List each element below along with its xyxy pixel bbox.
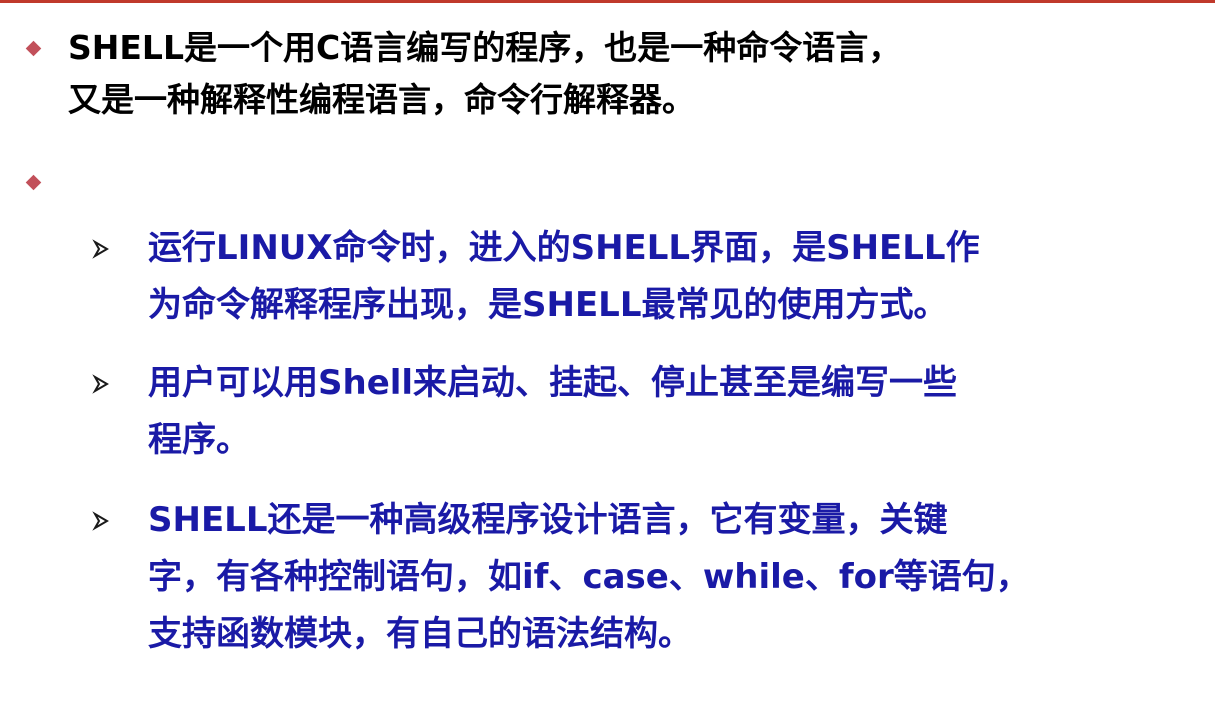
- sub-bullet-2-line-1: 用户可以用Shell来启动、挂起、停止甚至是编写一些: [148, 363, 958, 403]
- arrow-bullet-icon: [92, 374, 109, 394]
- diamond-bullet-icon: [25, 40, 42, 57]
- sub-bullet-text-1: 运行LINUX命令时，进入的SHELL界面，是SHELL作 为命令解释程序出现，…: [148, 220, 980, 334]
- sub-bullet-2-line-2: 程序。: [148, 420, 250, 460]
- sub-bullet-1-line-2: 为命令解释程序出现，是SHELL最常见的使用方式。: [148, 285, 948, 325]
- bullet-1-line-1: SHELL是一个用C语言编写的程序，也是一种命令语言，: [68, 28, 902, 67]
- arrow-bullet-icon: [92, 511, 109, 531]
- sub-bullet-text-2: 用户可以用Shell来启动、挂起、停止甚至是编写一些 程序。: [148, 355, 957, 469]
- diamond-bullet-icon: [25, 174, 42, 191]
- sub-bullet-1-line-1: 运行LINUX命令时，进入的SHELL界面，是SHELL作: [148, 228, 980, 268]
- top-rule: [0, 0, 1215, 3]
- sub-bullet-text-3: SHELL还是一种高级程序设计语言，它有变量，关键 字，有各种控制语句，如if、…: [148, 492, 1030, 663]
- sub-bullet-3-line-2: 字，有各种控制语句，如if、case、while、for等语句，: [148, 557, 1030, 597]
- bullet-1-line-2: 又是一种解释性编程语言，命令行解释器。: [68, 80, 695, 119]
- arrow-bullet-icon: [92, 239, 109, 259]
- sub-bullet-3-line-1: SHELL还是一种高级程序设计语言，它有变量，关键: [148, 500, 948, 540]
- sub-bullet-3-line-3: 支持函数模块，有自己的语法结构。: [148, 614, 692, 654]
- bullet-text-1: SHELL是一个用C语言编写的程序，也是一种命令语言， 又是一种解释性编程语言，…: [68, 22, 901, 126]
